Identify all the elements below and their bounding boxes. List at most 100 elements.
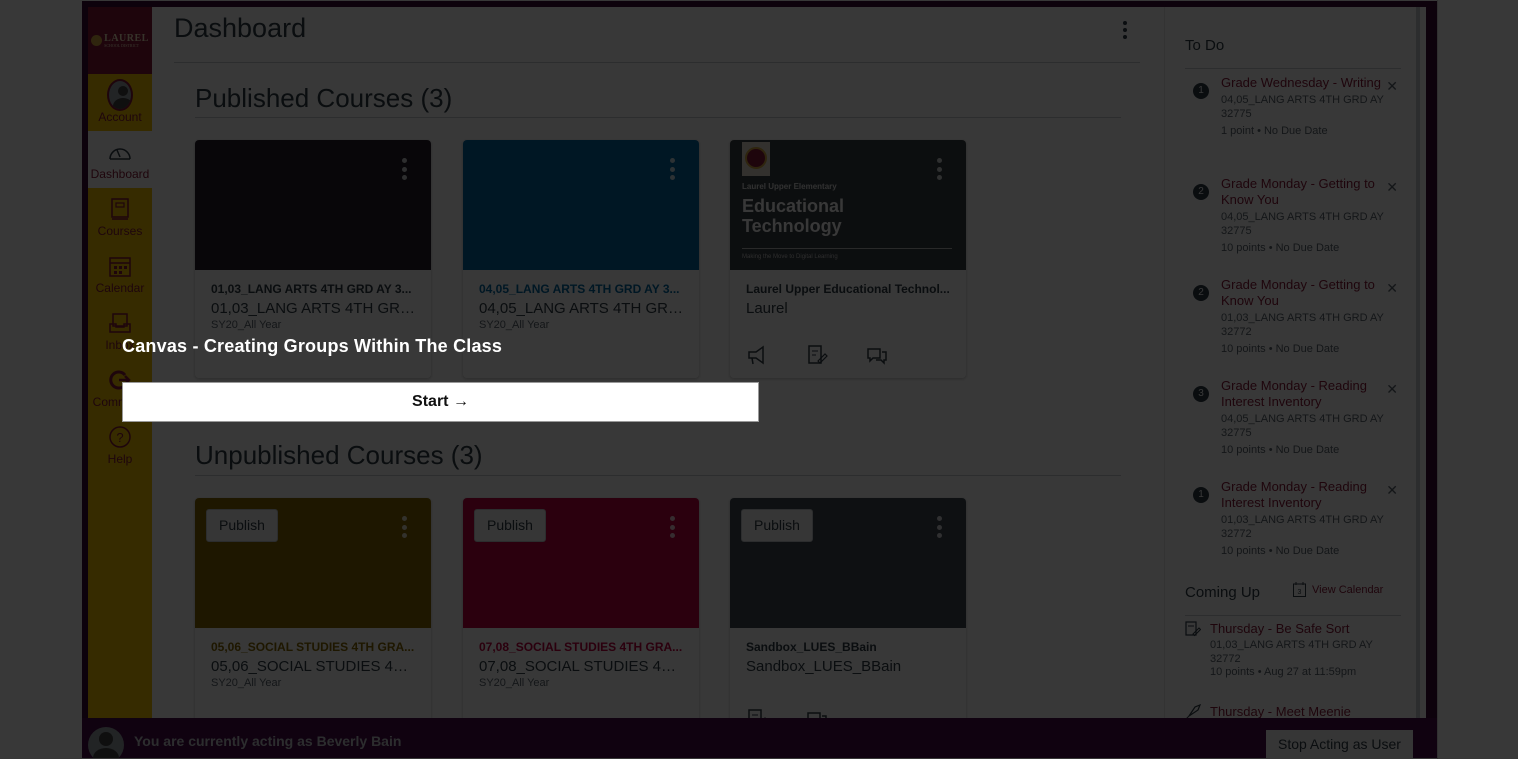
dismiss-close-icon[interactable]: ✕: [1386, 280, 1398, 297]
todo-link[interactable]: Grade Monday - Reading Interest Inventor…: [1221, 479, 1398, 511]
card-options-kebab-icon[interactable]: [399, 516, 409, 538]
dismiss-close-icon[interactable]: ✕: [1386, 381, 1398, 398]
course-title[interactable]: Laurel Upper Educational Technol...: [746, 282, 950, 296]
todo-meta: 1 point • No Due Date: [1221, 125, 1328, 137]
dismiss-close-icon[interactable]: ✕: [1386, 179, 1398, 196]
course-code: 04,05_LANG ARTS 4TH GRD ...: [479, 300, 683, 317]
start-walkthrough-button[interactable]: Start →: [122, 382, 759, 422]
published-section-title: Published Courses (3): [195, 83, 453, 113]
dismiss-close-icon[interactable]: ✕: [1386, 482, 1398, 499]
todo-count-badge: 1: [1193, 83, 1209, 99]
avatar: [107, 78, 133, 111]
crest-icon: [91, 35, 103, 46]
card-hero[interactable]: [195, 140, 431, 270]
card-hero[interactable]: Publish: [463, 498, 699, 628]
school-logo[interactable]: LAUREL SCHOOL DISTRICT: [88, 7, 152, 74]
todo-link[interactable]: Grade Monday - Getting to Know You: [1221, 277, 1398, 309]
card-hero[interactable]: [463, 140, 699, 270]
course-title[interactable]: 04,05_LANG ARTS 4TH GRD AY 3...: [479, 282, 683, 296]
coming-up-link[interactable]: Thursday - Meet Meenie: [1210, 704, 1400, 718]
todo-course: 01,03_LANG ARTS 4TH GRD AY 32772: [1221, 312, 1384, 338]
browser-frame: LAUREL SCHOOL DISTRICT Account Dashboard…: [82, 1, 1437, 758]
card-hero-image[interactable]: Laurel Upper Elementary Educational Tech…: [730, 140, 966, 270]
todo-count-badge: 2: [1193, 184, 1209, 200]
card-options-kebab-icon[interactable]: [934, 516, 944, 538]
todo-course: 01,03_LANG ARTS 4TH GRD AY 32772: [1221, 514, 1384, 540]
coming-up-item: Thursday - Meet Meenie: [1185, 704, 1400, 718]
course-title[interactable]: Sandbox_LUES_BBain: [746, 640, 950, 654]
course-code: 07,08_SOCIAL STUDIES 4TH ...: [479, 658, 683, 675]
hero-divider: [742, 248, 952, 249]
speedometer-icon: [107, 139, 133, 165]
todo-link[interactable]: Grade Monday - Getting to Know You: [1221, 176, 1398, 208]
svg-text:3: 3: [1298, 589, 1302, 596]
course-term: SY20_All Year: [211, 319, 282, 331]
todo-course: 04,05_LANG ARTS 4TH GRD AY 32775: [1221, 94, 1384, 120]
discussions-icon[interactable]: [866, 344, 888, 366]
nav-help[interactable]: ? Help: [88, 416, 152, 473]
calendar-icon: [107, 253, 133, 279]
rocket-icon: [1186, 704, 1201, 718]
publish-button[interactable]: Publish: [741, 509, 813, 542]
inbox-icon: [107, 310, 133, 336]
todo-title: To Do: [1185, 37, 1225, 54]
card-options-kebab-icon[interactable]: [667, 516, 677, 538]
nav-dashboard[interactable]: Dashboard: [88, 131, 152, 188]
course-title[interactable]: 01,03_LANG ARTS 4TH GRD AY 3...: [211, 282, 415, 296]
todo-meta: 10 points • No Due Date: [1221, 242, 1340, 254]
calendar-icon: 3: [1293, 582, 1306, 597]
publish-button[interactable]: Publish: [206, 509, 278, 542]
announcements-icon[interactable]: [746, 344, 768, 366]
card-options-kebab-icon[interactable]: [399, 158, 409, 180]
card-options-kebab-icon[interactable]: [934, 158, 944, 180]
coming-up-link[interactable]: Thursday - Be Safe Sort: [1210, 621, 1400, 636]
svg-text:?: ?: [116, 430, 123, 445]
nav-label: Calendar: [95, 280, 145, 295]
nav-courses[interactable]: Courses: [88, 188, 152, 245]
todo-item: 1 Grade Monday - Reading Interest Invent…: [1193, 479, 1398, 557]
nav-label: Dashboard: [90, 166, 150, 181]
publish-button[interactable]: Publish: [474, 509, 546, 542]
coming-up-item: Thursday - Be Safe Sort 01,03_LANG ARTS …: [1185, 621, 1400, 678]
course-title[interactable]: 07,08_SOCIAL STUDIES 4TH GRA...: [479, 640, 683, 654]
dashboard-options-button[interactable]: [1118, 19, 1132, 41]
todo-link[interactable]: Grade Wednesday - Writing: [1221, 75, 1398, 91]
card-options-kebab-icon[interactable]: [667, 158, 677, 180]
view-calendar-link[interactable]: 3 View Calendar: [1293, 582, 1383, 597]
course-card[interactable]: Laurel Upper Elementary Educational Tech…: [730, 140, 966, 378]
logo-subtitle: SCHOOL DISTRICT: [104, 42, 140, 48]
card-hero[interactable]: Publish: [730, 498, 966, 628]
assignments-icon[interactable]: [746, 708, 768, 718]
page-margin-right: [1437, 0, 1518, 759]
todo-item: 3 Grade Monday - Reading Interest Invent…: [1193, 378, 1398, 456]
nav-label: Help: [107, 451, 133, 466]
masquerade-bar: You are currently acting as Beverly Bain…: [82, 718, 1437, 758]
coming-up-divider: [1185, 615, 1401, 616]
hero-title-line: Educational: [742, 196, 845, 216]
todo-item: 2 Grade Monday - Getting to Know You 04,…: [1193, 176, 1398, 254]
course-card[interactable]: Publish Sandbox_LUES_BBain Sandbox_LUES_…: [730, 498, 966, 718]
course-card[interactable]: Publish 07,08_SOCIAL STUDIES 4TH GRA... …: [463, 498, 699, 718]
todo-link[interactable]: Grade Monday - Reading Interest Inventor…: [1221, 378, 1398, 410]
avatar: [88, 727, 124, 758]
course-title[interactable]: 05,06_SOCIAL STUDIES 4TH GRA...: [211, 640, 415, 654]
nav-account[interactable]: Account: [88, 74, 152, 131]
right-scrollbar[interactable]: [1416, 7, 1420, 718]
card-hero[interactable]: Publish: [195, 498, 431, 628]
course-card[interactable]: Publish 05,06_SOCIAL STUDIES 4TH GRA... …: [195, 498, 431, 718]
discussions-icon[interactable]: [806, 708, 828, 718]
school-crest-icon: [742, 142, 770, 176]
todo-count-badge: 3: [1193, 386, 1209, 402]
course-term: SY20_All Year: [479, 319, 550, 331]
coming-up-meta: 10 points • Aug 27 at 11:59pm: [1210, 666, 1357, 678]
todo-item: 1 Grade Wednesday - Writing 04,05_LANG A…: [1193, 75, 1398, 137]
todo-course: 04,05_LANG ARTS 4TH GRD AY 32775: [1221, 211, 1384, 237]
nav-label: Courses: [97, 223, 143, 238]
assignments-icon[interactable]: [806, 344, 828, 366]
todo-count-badge: 1: [1193, 487, 1209, 503]
stop-acting-as-user-button[interactable]: Stop Acting as User: [1266, 730, 1413, 758]
section-divider: [195, 117, 1121, 118]
hero-title-line: Technology: [742, 216, 842, 236]
nav-calendar[interactable]: Calendar: [88, 245, 152, 302]
dismiss-close-icon[interactable]: ✕: [1386, 78, 1398, 95]
